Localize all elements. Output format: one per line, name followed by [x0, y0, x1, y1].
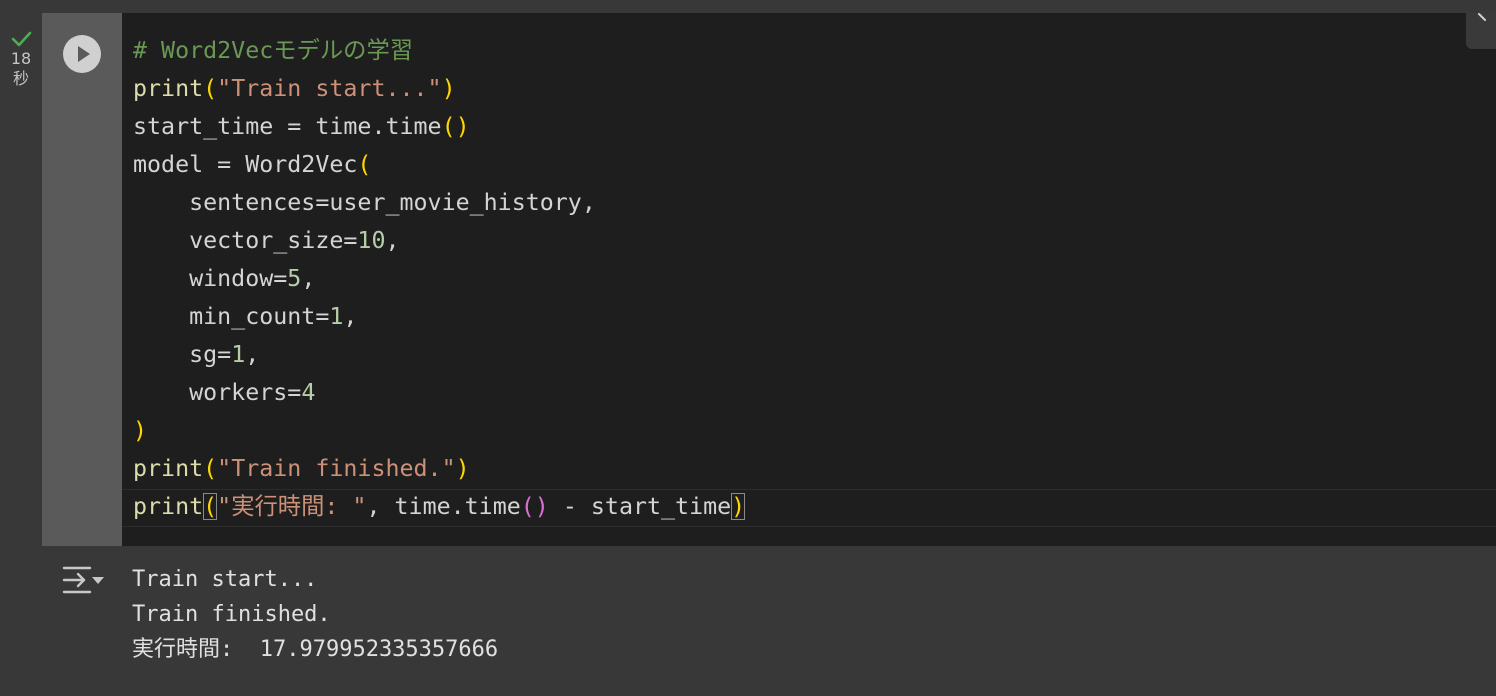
- code-token: 1: [231, 341, 246, 368]
- code-content: # Word2Vecモデルの学習 print("Train start...") s…: [133, 32, 746, 526]
- code-token: "Train finished.": [217, 455, 456, 482]
- code-token: workers=: [133, 379, 302, 406]
- code-token: (: [357, 151, 372, 178]
- output-text: Train start... Train finished. 実行時間: 17.97…: [132, 562, 498, 667]
- code-token: 5: [287, 265, 302, 292]
- active-line-highlight: [122, 489, 1496, 527]
- code-line: print("Train start..."): [133, 70, 745, 108]
- code-line: sg=1,: [133, 336, 745, 374]
- code-token: 10: [357, 227, 386, 254]
- execution-time-seconds: 18: [10, 49, 32, 68]
- code-token: start_time = time.time: [133, 113, 442, 140]
- code-line: print("Train finished."): [133, 450, 745, 488]
- cell-run-column: [42, 13, 122, 546]
- code-token: print: [133, 455, 204, 482]
- cell-collapse-tab[interactable]: [1466, 13, 1496, 49]
- code-line: vector_size=10,: [133, 222, 745, 260]
- code-line: sentences=user_movie_history,: [133, 184, 745, 222]
- code-line: min_count=1,: [133, 298, 745, 336]
- run-cell-button[interactable]: [63, 35, 101, 73]
- code-cell: # Word2Vecモデルの学習 print("Train start...") s…: [42, 13, 1496, 546]
- code-token: 1: [329, 303, 344, 330]
- code-token: vector_size=: [133, 227, 358, 254]
- code-token: ): [441, 75, 456, 102]
- code-token: min_count=: [133, 303, 330, 330]
- code-editor[interactable]: # Word2Vecモデルの学習 print("Train start...") s…: [122, 13, 1496, 546]
- code-line: window=5,: [133, 260, 745, 298]
- code-token: "Train start...": [217, 75, 442, 102]
- code-token: sentences=user_movie_history,: [133, 189, 596, 216]
- top-strip: [0, 0, 1496, 13]
- play-icon: [78, 46, 90, 62]
- execution-time-unit: 秒: [12, 69, 29, 88]
- code-token: (: [203, 455, 218, 482]
- execution-status: 18 秒: [0, 30, 42, 89]
- code-token: window=: [133, 265, 288, 292]
- code-token: ,: [343, 303, 358, 330]
- output-collapse-icon[interactable]: [60, 562, 106, 598]
- code-line: workers=4: [133, 374, 745, 412]
- code-token: ): [455, 455, 470, 482]
- code-token: ,: [385, 227, 400, 254]
- code-token: (: [203, 75, 218, 102]
- code-token: 4: [301, 379, 316, 406]
- code-token: (): [441, 113, 470, 140]
- code-token: model = Word2Vec: [133, 151, 358, 178]
- code-token: print: [133, 75, 204, 102]
- code-token: sg=: [133, 341, 232, 368]
- code-token: ,: [245, 341, 260, 368]
- code-token: # Word2Vecモデルの学習: [133, 37, 414, 64]
- code-line: model = Word2Vec(: [133, 146, 745, 184]
- code-line: start_time = time.time(): [133, 108, 745, 146]
- notebook-page: 18 秒 # Word2Vecモデルの学習 print("Train start.…: [0, 0, 1496, 696]
- code-token: ): [133, 417, 148, 444]
- cell-output: Train start... Train finished. 実行時間: 17.97…: [42, 546, 1496, 696]
- check-icon: [10, 30, 32, 48]
- output-line: 実行時間: 17.979952335357666: [132, 637, 499, 662]
- code-token: ,: [301, 265, 316, 292]
- chevron-icon: [1478, 13, 1486, 21]
- code-line: # Word2Vecモデルの学習: [133, 32, 745, 70]
- output-line: Train start...: [132, 567, 318, 592]
- code-line: ): [133, 412, 745, 450]
- output-line: Train finished.: [132, 602, 331, 627]
